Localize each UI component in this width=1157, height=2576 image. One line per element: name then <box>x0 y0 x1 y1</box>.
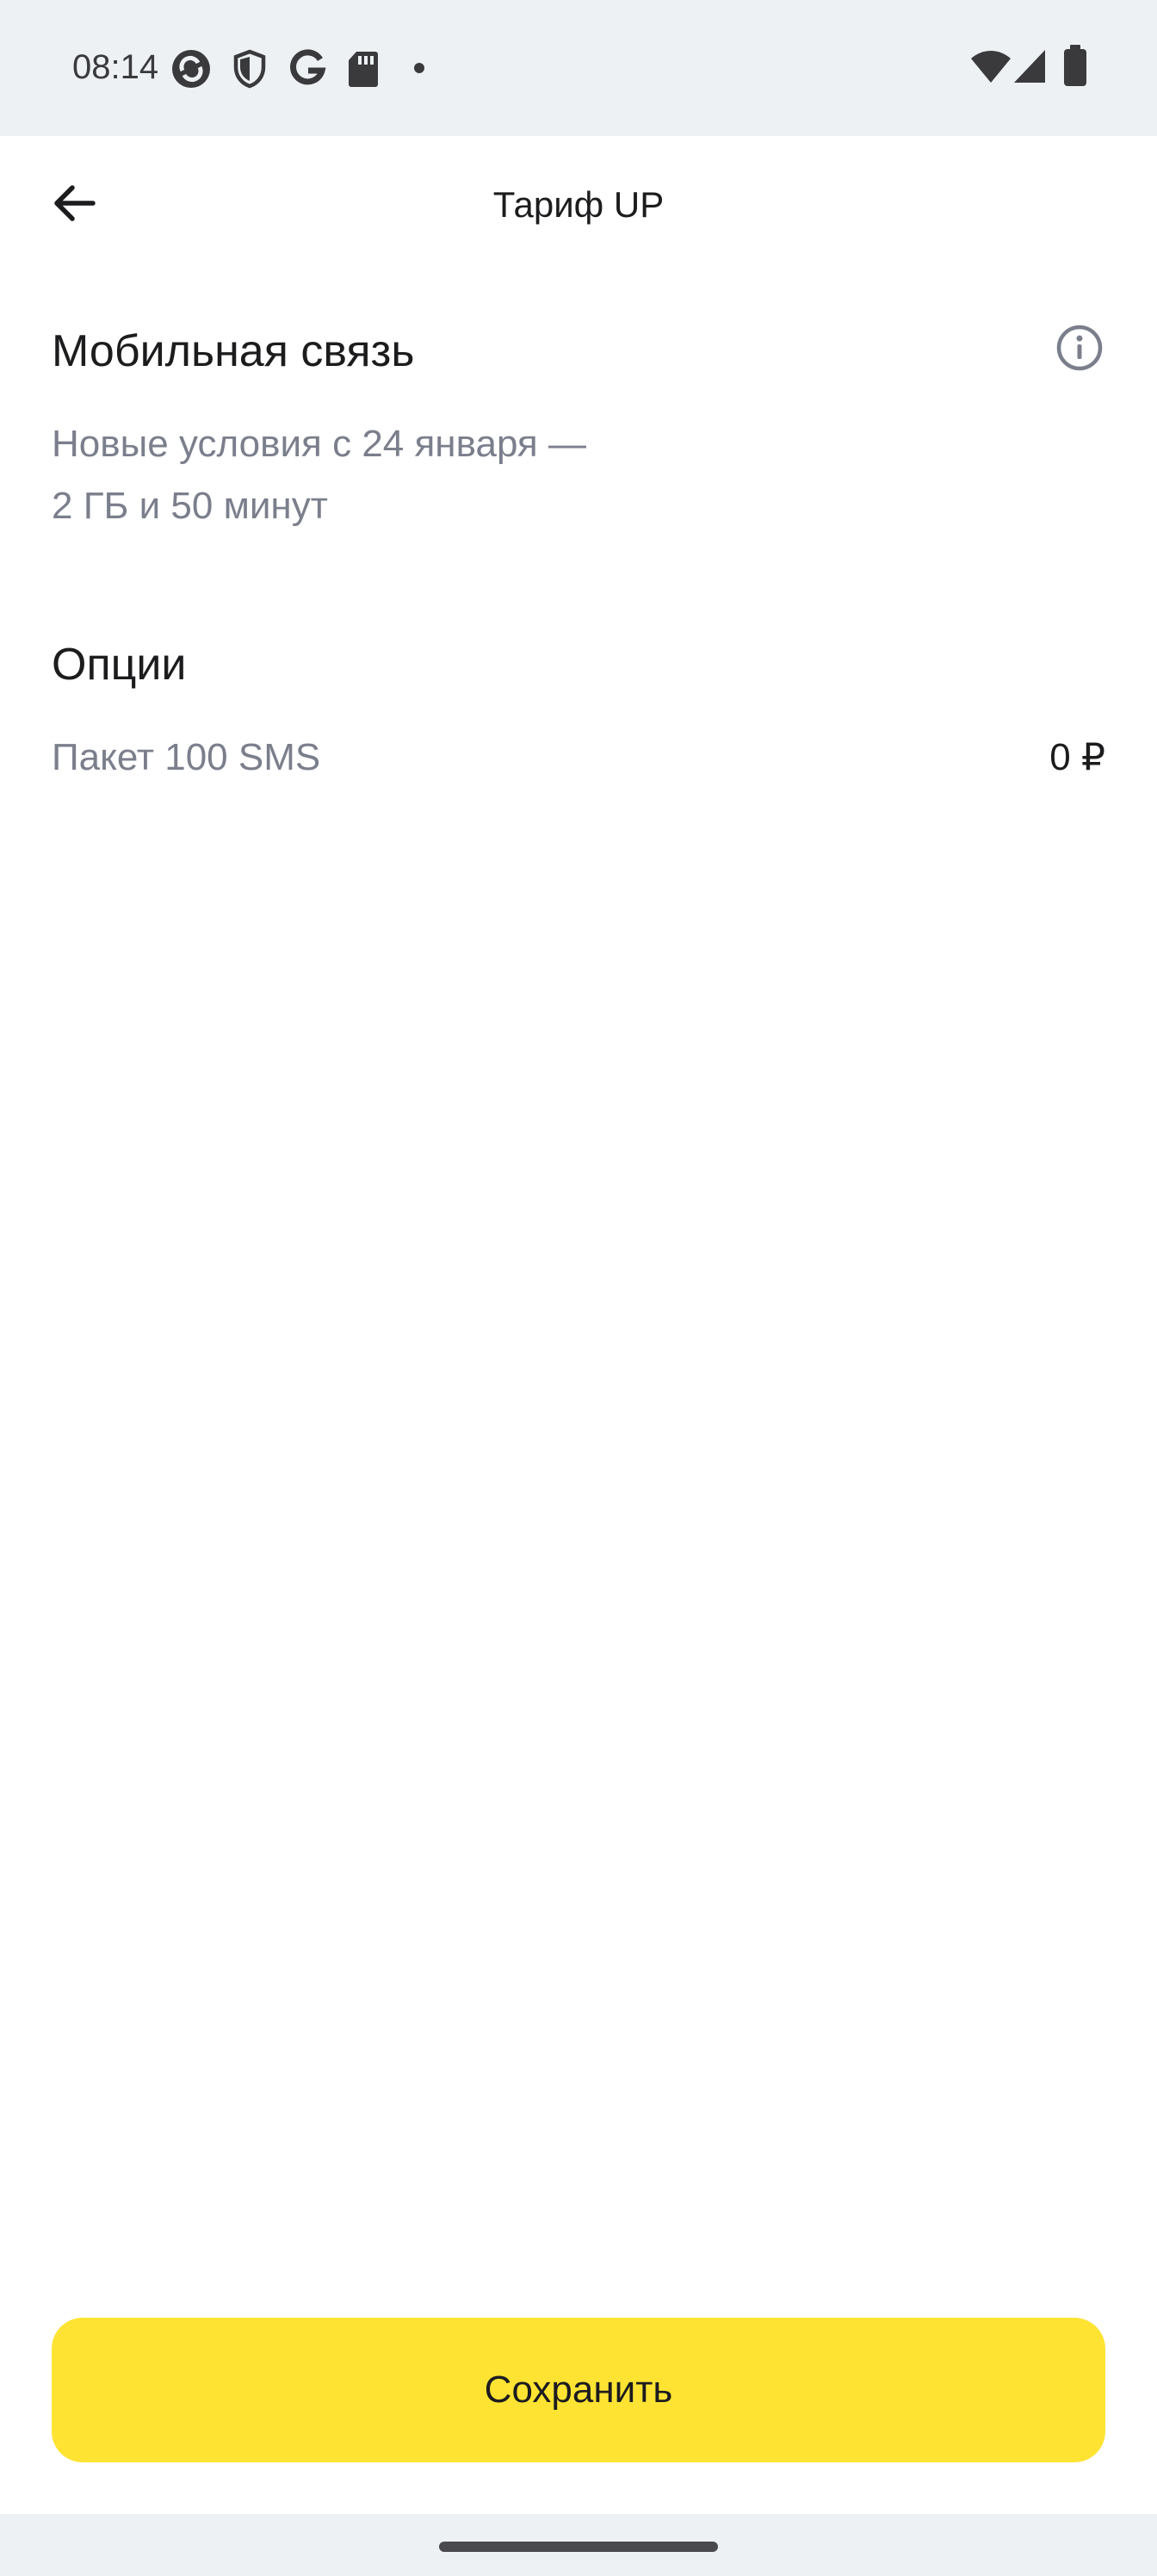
option-row[interactable]: Пакет 100 SMS 0 ₽ <box>52 730 1105 785</box>
home-gesture-handle[interactable] <box>439 2542 718 2552</box>
mobile-section-description: Новые условия с 24 января — 2 ГБ и 50 ми… <box>52 413 740 537</box>
save-button[interactable]: Сохранить <box>52 2318 1105 2462</box>
battery-icon <box>1062 45 1088 92</box>
page-title: Тариф UP <box>492 184 665 225</box>
option-name: Пакет 100 SMS <box>52 736 321 778</box>
google-icon <box>288 48 327 94</box>
sync-icon <box>170 48 212 94</box>
info-button[interactable] <box>1052 320 1107 375</box>
shield-icon <box>231 48 269 94</box>
status-bar: 08:14 <box>0 0 1157 136</box>
navigation-bar <box>0 2514 1157 2576</box>
signal-icon <box>1012 48 1047 89</box>
sd-card-icon <box>346 48 381 94</box>
wifi-icon <box>969 48 1012 89</box>
dot-icon <box>411 60 427 80</box>
description-line-2: 2 ГБ и 50 минут <box>52 485 328 527</box>
mobile-section-title: Мобильная связь <box>52 326 415 376</box>
info-icon <box>1056 325 1103 371</box>
description-line-1: Новые условия с 24 января — <box>52 423 586 465</box>
app-bar: Тариф UP <box>0 136 1157 282</box>
status-time: 08:14 <box>72 48 159 86</box>
option-price: 0 ₽ <box>1049 736 1105 778</box>
options-section-title: Опции <box>52 640 187 690</box>
